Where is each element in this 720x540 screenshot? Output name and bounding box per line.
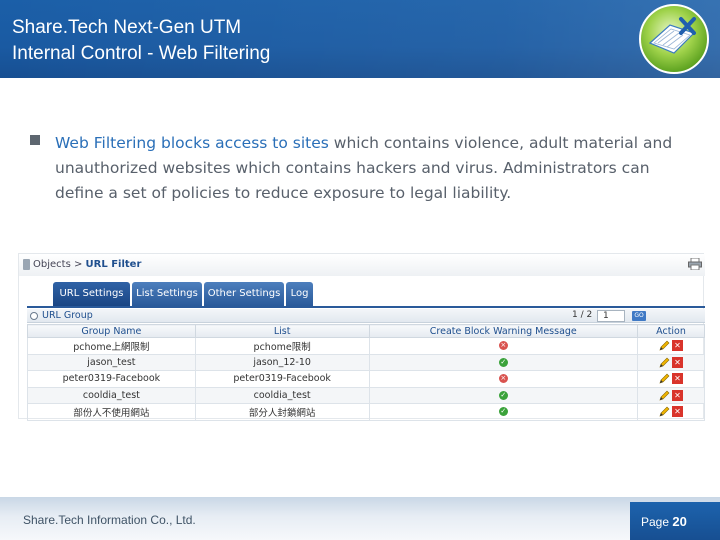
block-warning-cell: ×: [368, 370, 639, 388]
group-name-cell: jason_test: [27, 353, 196, 371]
list-cell: cooldia_test: [194, 386, 370, 404]
header-gloss: [0, 0, 720, 78]
slide-header: Share.Tech Next-Gen UTM Internal Control…: [0, 0, 720, 78]
page-indicator: Page 20: [630, 502, 720, 540]
slide-footer: Share.Tech Information Co., Ltd.: [0, 497, 720, 540]
edit-pencil-icon[interactable]: [659, 340, 670, 351]
list-cell: pchome限制: [194, 337, 370, 355]
col-group-name[interactable]: Group Name: [27, 324, 196, 338]
action-cell: ✕: [637, 353, 705, 371]
error-icon: ×: [498, 341, 508, 351]
block-warning-cell: ✓: [368, 353, 639, 371]
action-cell: ✕: [637, 403, 705, 421]
table-row: pchome上網限制 pchome限制 × ✕: [27, 337, 705, 355]
page-icon: [23, 259, 30, 270]
edit-pencil-icon[interactable]: [659, 390, 670, 401]
page-label: Page: [641, 515, 673, 529]
body-paragraph: Web Filtering blocks access to sites whi…: [55, 131, 695, 206]
url-group-header: URL Group 1 / 2 1 GO: [27, 309, 705, 323]
notebook-logo-icon: [639, 4, 709, 74]
table-row: 部份人不使用網站 部分人封鎖網站 ✓ ✕: [27, 403, 705, 421]
url-filter-screenshot: Objects > URL Filter URL Settings List S…: [18, 253, 705, 421]
check-icon: ✓: [498, 357, 508, 367]
company-name: Share.Tech Information Co., Ltd.: [23, 513, 196, 527]
col-action: Action: [637, 324, 705, 338]
page-number-input[interactable]: 1: [597, 310, 625, 322]
check-icon: ✓: [498, 407, 508, 417]
tab-url-settings[interactable]: URL Settings: [53, 282, 130, 306]
group-name-cell: pchome上網限制: [27, 337, 196, 355]
table-row: jason_test jason_12-10 ✓ ✕: [27, 353, 705, 371]
url-group-label: URL Group: [42, 310, 93, 321]
block-warning-cell: ✓: [368, 386, 639, 404]
printer-icon[interactable]: [688, 258, 702, 270]
body-highlight: Web Filtering blocks access to sites: [55, 134, 329, 152]
group-name-cell: 部份人不使用網站: [27, 403, 196, 421]
edit-pencil-icon[interactable]: [659, 357, 670, 368]
delete-icon[interactable]: ✕: [672, 373, 684, 385]
edit-pencil-icon[interactable]: [659, 406, 670, 417]
edit-pencil-icon[interactable]: [659, 373, 670, 384]
header-title-line1: Share.Tech Next-Gen UTM: [12, 17, 242, 38]
group-name-cell: cooldia_test: [27, 386, 196, 404]
action-cell: ✕: [637, 370, 705, 388]
table-row: cooldia_test cooldia_test ✓ ✕: [27, 386, 705, 404]
bullet-square-icon: [30, 135, 40, 145]
page-number: 20: [672, 514, 687, 529]
tab-other-settings[interactable]: Other Settings: [204, 282, 284, 306]
delete-icon[interactable]: ✕: [672, 389, 684, 401]
group-name-cell: peter0319-Facebook: [27, 370, 196, 388]
go-button[interactable]: GO: [632, 311, 646, 321]
action-cell: ✕: [637, 386, 705, 404]
list-cell: peter0319-Facebook: [194, 370, 370, 388]
table-row: peter0319-Facebook peter0319-Facebook × ✕: [27, 370, 705, 388]
collapse-toggle-icon[interactable]: [30, 312, 38, 320]
block-warning-cell: ✓: [368, 403, 639, 421]
list-cell: jason_12-10: [194, 353, 370, 371]
tab-underline: [27, 306, 705, 308]
list-cell: 部分人封鎖網站: [194, 403, 370, 421]
col-block-warning[interactable]: Create Block Warning Message: [368, 324, 639, 338]
delete-icon[interactable]: ✕: [672, 340, 684, 352]
breadcrumb-prefix[interactable]: Objects >: [33, 259, 86, 270]
pager-text: 1 / 2: [572, 310, 593, 320]
header-title-line2: Internal Control - Web Filtering: [12, 43, 271, 64]
delete-icon[interactable]: ✕: [672, 356, 684, 368]
tab-list-settings[interactable]: List Settings: [132, 282, 202, 306]
col-list[interactable]: List: [194, 324, 370, 338]
delete-icon[interactable]: ✕: [672, 406, 684, 418]
breadcrumb: Objects > URL Filter: [19, 254, 705, 276]
block-warning-cell: ×: [368, 337, 639, 355]
breadcrumb-current: URL Filter: [85, 259, 142, 270]
error-icon: ×: [498, 374, 508, 384]
url-group-table: Group Name List Create Block Warning Mes…: [27, 324, 705, 421]
action-cell: ✕: [637, 337, 705, 355]
tab-log[interactable]: Log: [286, 282, 313, 306]
check-icon: ✓: [498, 390, 508, 400]
